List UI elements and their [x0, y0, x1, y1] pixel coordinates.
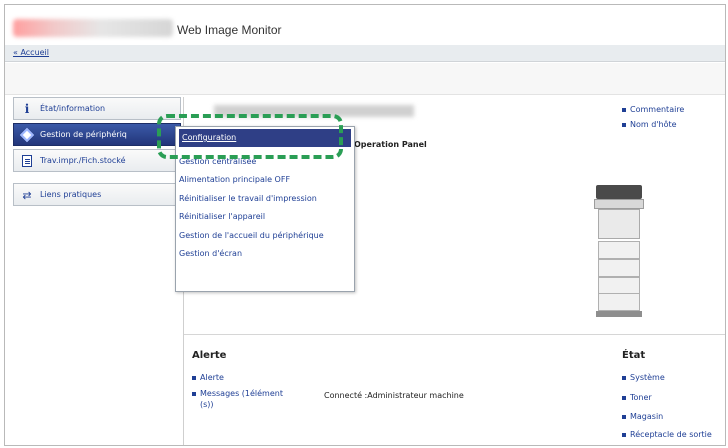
menu-item-reset-print-job[interactable]: Réinitialiser le travail d'impression [176, 190, 354, 208]
device-name-redacted [214, 105, 414, 117]
share-link-icon: ⇄ [22, 188, 32, 202]
section-divider [184, 334, 725, 335]
menu-item-main-power-off[interactable]: Alimentation principale OFF [176, 171, 354, 189]
device-management-menu: Configuration Gestion centralisée Alimen… [175, 126, 355, 292]
system-link[interactable]: Système [622, 373, 665, 382]
bullet-icon [622, 122, 626, 127]
bullet-icon [622, 414, 626, 419]
sidebar-item-device-management[interactable]: Gestion de périphériq [13, 123, 181, 146]
sidebar-item-label: Liens pratiques [40, 190, 102, 199]
menu-item-reset-device[interactable]: Réinitialiser l'appareil [176, 208, 354, 226]
sidebar-item-status-info[interactable]: i État/information [13, 97, 181, 120]
comment-link[interactable]: Commentaire [622, 105, 684, 114]
output-tray-link[interactable]: Réceptacle de sortie [622, 430, 712, 439]
bullet-icon [622, 107, 626, 112]
info-icon: i [24, 102, 30, 116]
app-title: Web Image Monitor [177, 23, 282, 37]
content-top-band [5, 63, 725, 95]
document-icon [20, 155, 34, 167]
sidebar-item-useful-links[interactable]: ⇄ Liens pratiques [13, 183, 181, 206]
tray-link[interactable]: Magasin [622, 412, 663, 421]
sidebar-item-label: Gestion de périphériq [40, 130, 127, 139]
connection-status: Connecté :Administrateur machine [324, 391, 464, 400]
bullet-icon [192, 391, 196, 396]
menu-item-configuration[interactable]: Configuration [179, 129, 351, 147]
device-management-icon [19, 127, 35, 143]
sidebar-item-label: Trav.impr./Fich.stocké [40, 156, 126, 165]
sidebar-item-label: État/information [40, 104, 106, 113]
messages-link[interactable]: Messages (1élément [192, 389, 283, 398]
home-link[interactable]: « Accueil [13, 48, 49, 57]
menu-item-device-home-management[interactable]: Gestion de l'accueil du périphérique [176, 227, 354, 245]
status-section-title: État [622, 350, 646, 361]
messages-link-count[interactable]: (s)) [200, 400, 214, 409]
bullet-icon [622, 432, 626, 437]
bullet-icon [622, 395, 626, 400]
breadcrumb: « Accueil [5, 45, 725, 62]
header: Web Image Monitor [5, 5, 725, 43]
operation-panel-label: Operation Panel [354, 140, 427, 149]
brand-logo [13, 19, 173, 37]
printer-image [594, 185, 646, 317]
alert-link[interactable]: Alerte [192, 373, 224, 382]
sidebar-item-print-jobs[interactable]: Trav.impr./Fich.stocké [13, 149, 181, 172]
sidebar: i État/information Gestion de périphériq… [13, 97, 181, 209]
toner-link[interactable]: Toner [622, 393, 652, 402]
bullet-icon [192, 375, 196, 380]
hostname-link[interactable]: Nom d'hôte [622, 120, 684, 129]
menu-item-central-management[interactable]: Gestion centralisée [176, 153, 354, 171]
device-info-links: Commentaire Nom d'hôte [622, 105, 684, 135]
menu-item-screen-management[interactable]: Gestion d'écran [176, 245, 354, 263]
alert-section-title: Alerte [192, 350, 227, 361]
bullet-icon [622, 375, 626, 380]
browser-window: Web Image Monitor « Accueil i État/infor… [4, 4, 726, 446]
